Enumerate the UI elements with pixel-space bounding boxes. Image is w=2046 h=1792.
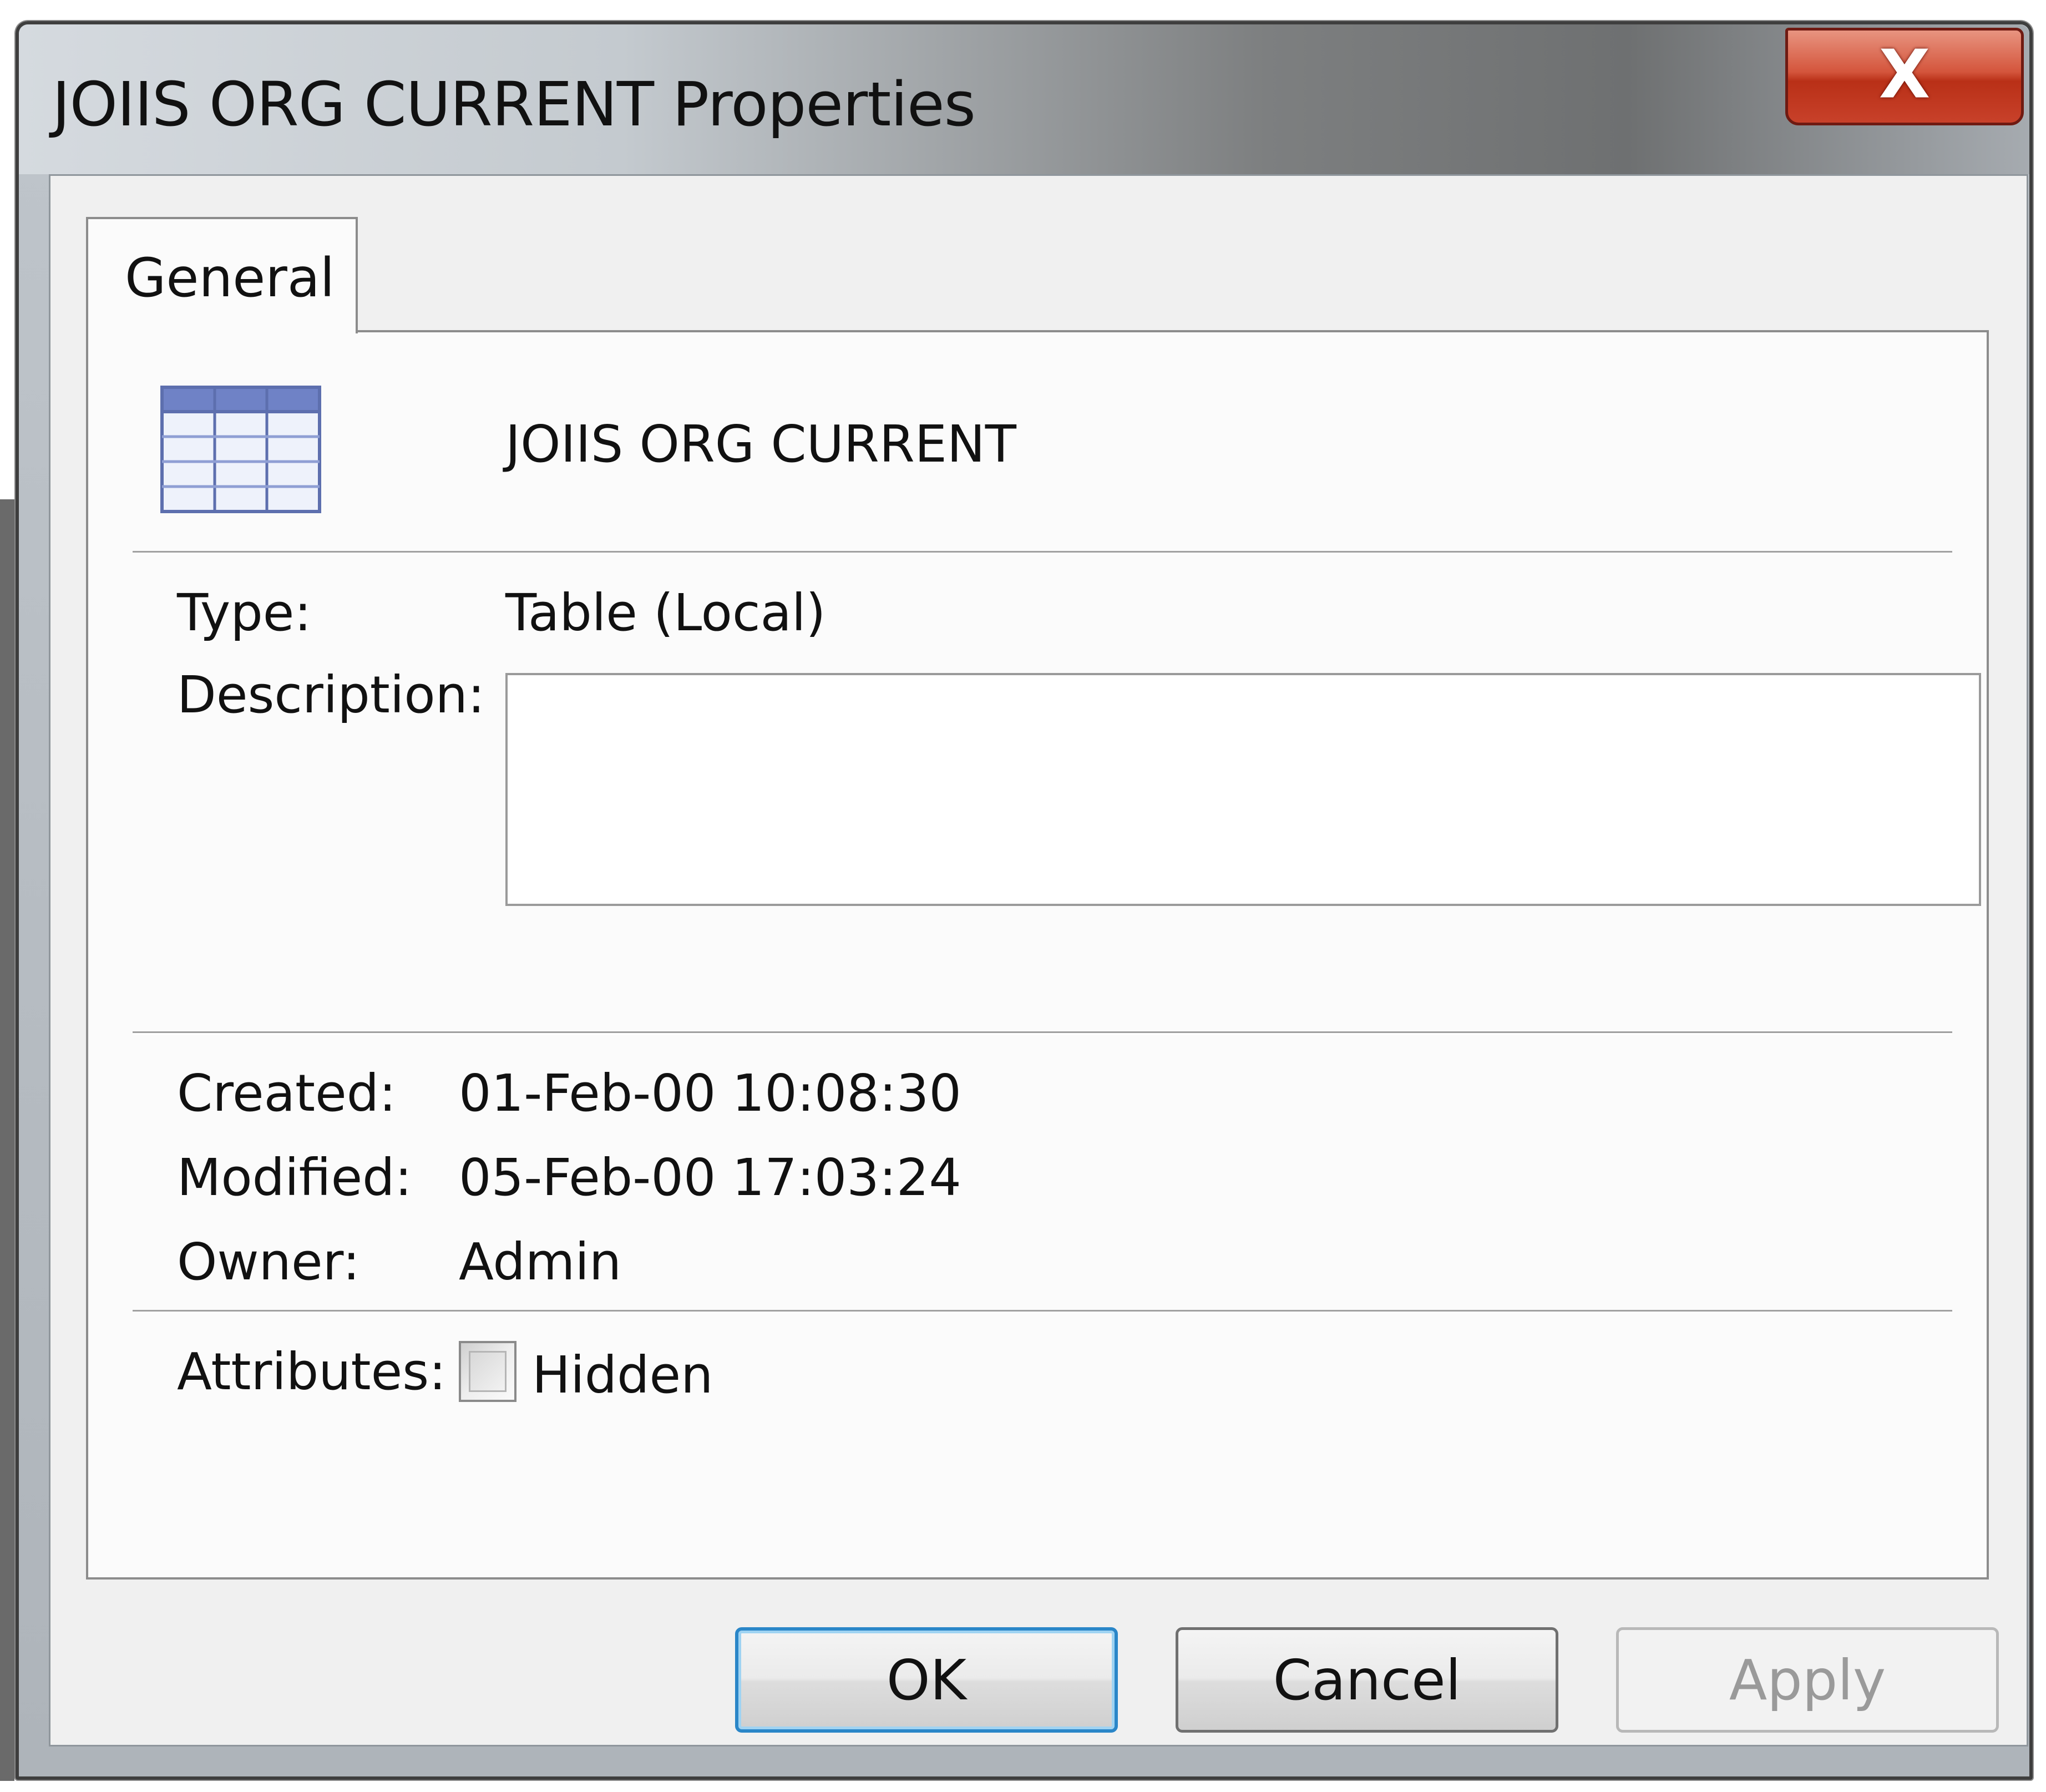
hidden-checkbox-label[interactable]: Hidden [532, 1345, 713, 1405]
separator [133, 1031, 1952, 1035]
owner-label: Owner: [177, 1232, 360, 1292]
table-icon [160, 386, 321, 513]
ok-button[interactable]: OK [735, 1627, 1118, 1733]
tab-general-label: General [125, 247, 335, 309]
title-bar[interactable]: JOIIS ORG CURRENT Properties X [19, 24, 2029, 174]
type-label: Type: [177, 583, 312, 642]
attributes-label: Attributes: [177, 1342, 447, 1401]
hidden-checkbox[interactable] [459, 1341, 516, 1402]
general-tab-panel: JOIIS ORG CURRENT Type: Table (Local) De… [86, 330, 1989, 1580]
apply-button[interactable]: Apply [1616, 1627, 1999, 1733]
separator [133, 1310, 1952, 1313]
separator [133, 551, 1952, 554]
dialog-client-area: General JOIIS ORG CURRENT Type: Table (L… [49, 174, 2028, 1747]
description-label: Description: [177, 665, 485, 725]
owner-value: Admin [459, 1232, 622, 1292]
created-value: 01-Feb-00 10:08:30 [459, 1064, 961, 1123]
created-label: Created: [177, 1064, 397, 1123]
background-edge [0, 499, 14, 1781]
type-value: Table (Local) [505, 583, 826, 642]
close-icon: X [1878, 36, 1931, 114]
description-field[interactable] [505, 673, 1981, 906]
modified-value: 05-Feb-00 17:03:24 [459, 1148, 961, 1207]
cancel-button[interactable]: Cancel [1176, 1627, 1558, 1733]
modified-label: Modified: [177, 1148, 412, 1207]
checkbox-box [469, 1351, 507, 1392]
properties-dialog: JOIIS ORG CURRENT Properties X General J… [16, 21, 2033, 1780]
window-title: JOIIS ORG CURRENT Properties [52, 69, 976, 140]
object-name: JOIIS ORG CURRENT [505, 414, 1016, 474]
close-button[interactable]: X [1785, 28, 2024, 125]
tab-general[interactable]: General [86, 217, 358, 333]
